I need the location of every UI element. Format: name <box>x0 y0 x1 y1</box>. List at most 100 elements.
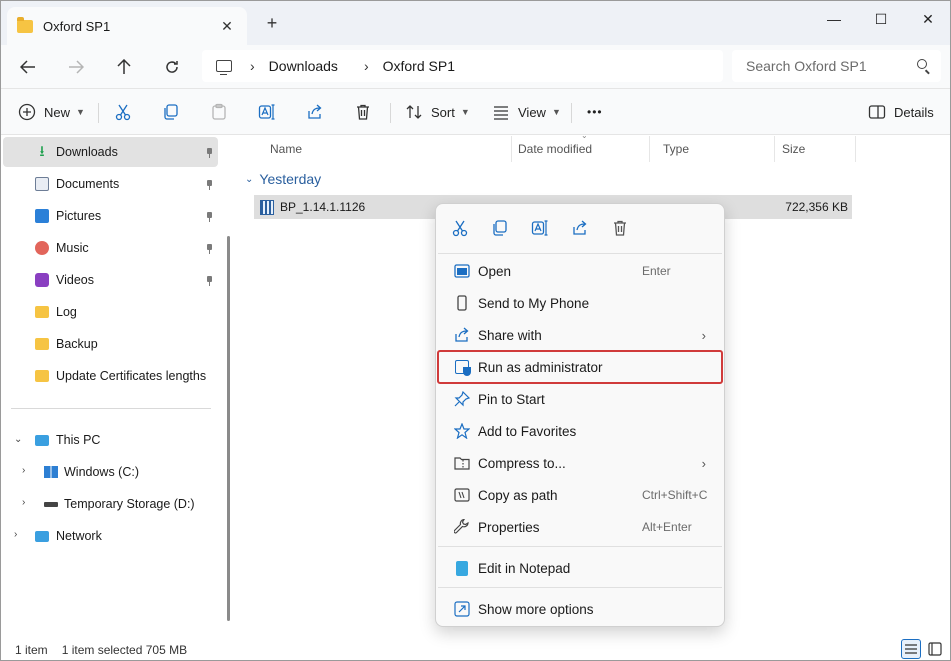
copy-icon <box>164 104 178 120</box>
breadcrumb-oxford-sp1[interactable]: Oxford SP1 <box>383 58 455 74</box>
breadcrumb-downloads[interactable]: Downloads <box>269 58 338 74</box>
documents-icon <box>35 177 49 191</box>
forward-button[interactable] <box>62 54 90 80</box>
tiles-view-button[interactable] <box>925 639 945 659</box>
menu-item-run-as-administrator[interactable]: Run as administrator <box>437 350 723 384</box>
sidebar-item-network[interactable]: Network <box>3 521 218 551</box>
column-header-size[interactable]: Size <box>774 136 856 162</box>
folder-icon <box>35 370 49 382</box>
sidebar-item-label: This PC <box>56 433 101 447</box>
menu-item-compress-to[interactable]: Compress to... › <box>438 447 722 479</box>
menu-item-label: Edit in Notepad <box>478 560 571 576</box>
sidebar-item-label: Update Certificates lengths <box>56 369 207 383</box>
menu-item-label: Copy as path <box>478 487 558 503</box>
sidebar-item-windows-c[interactable]: Windows (C:) <box>3 457 218 487</box>
rename-button[interactable] <box>258 97 276 127</box>
sidebar-scrollbar[interactable] <box>227 236 230 621</box>
menu-item-show-more-options[interactable]: Show more options <box>438 593 722 625</box>
chevron-right-icon: › <box>701 455 706 471</box>
delete-button[interactable] <box>354 97 372 127</box>
more-options-icon <box>453 600 471 618</box>
menu-item-send-to-my-phone[interactable]: Send to My Phone <box>438 287 722 319</box>
sidebar-item-videos[interactable]: Videos <box>3 265 218 295</box>
cut-icon[interactable] <box>450 218 470 238</box>
cut-button[interactable] <box>114 97 132 127</box>
pin-icon <box>205 179 214 190</box>
details-pane-button[interactable]: Details <box>868 97 934 127</box>
chevron-right-icon: › <box>701 327 706 343</box>
view-button[interactable]: View ▼ <box>492 97 561 127</box>
search-box[interactable]: Search Oxford SP1 <box>732 50 941 82</box>
rename-icon[interactable] <box>530 218 550 238</box>
refresh-button[interactable] <box>158 54 186 80</box>
menu-item-shortcut: Alt+Enter <box>642 520 692 534</box>
command-bar: New ▼ Sort ▼ View ▼ ••• Details <box>1 89 950 135</box>
paste-icon <box>212 103 226 120</box>
close-tab-icon[interactable]: ✕ <box>217 18 237 35</box>
tab-oxford-sp1[interactable]: Oxford SP1 ✕ <box>7 7 247 45</box>
back-button[interactable] <box>14 54 42 80</box>
sidebar-item-temporary-storage-d[interactable]: Temporary Storage (D:) <box>3 489 218 519</box>
notepad-icon <box>453 559 471 577</box>
menu-item-shortcut: Enter <box>642 264 671 278</box>
maximize-button[interactable]: ☐ <box>858 5 904 33</box>
share-icon[interactable] <box>570 218 590 238</box>
menu-item-label: Properties <box>478 519 540 535</box>
folder-icon <box>17 16 33 33</box>
menu-item-pin-to-start[interactable]: Pin to Start <box>438 383 722 415</box>
close-window-button[interactable]: ✕ <box>905 5 950 33</box>
minimize-button[interactable]: — <box>811 5 857 33</box>
share-button[interactable] <box>306 97 324 127</box>
plus-circle-icon <box>18 103 36 121</box>
breadcrumb-separator: › <box>250 58 255 74</box>
share-icon <box>308 104 322 119</box>
sidebar-item-update-certificates-lengths[interactable]: Update Certificates lengths <box>3 361 218 391</box>
menu-item-edit-in-notepad[interactable]: Edit in Notepad <box>438 552 722 584</box>
arrow-left-icon <box>20 60 35 74</box>
menu-item-share-with[interactable]: Share with › <box>438 319 722 351</box>
download-icon: ⭳ <box>39 143 45 160</box>
sidebar-item-label: Downloads <box>56 145 118 159</box>
menu-divider <box>438 546 722 547</box>
details-view-button[interactable] <box>901 639 921 659</box>
star-icon <box>453 422 471 440</box>
up-button[interactable] <box>110 54 138 80</box>
new-label: New <box>44 104 71 120</box>
view-label: View <box>518 104 546 120</box>
title-bar: Oxford SP1 ✕ + — ☐ ✕ <box>1 1 950 45</box>
search-icon <box>917 59 927 69</box>
sidebar-item-log[interactable]: Log <box>3 297 218 327</box>
sidebar-item-music[interactable]: Music <box>3 233 218 263</box>
copy-icon[interactable] <box>490 218 510 238</box>
chevron-down-icon: ▼ <box>76 107 85 117</box>
trash-icon <box>357 104 369 120</box>
column-header-date-modified[interactable]: Date modified <box>510 136 650 162</box>
column-header-name[interactable]: Name <box>262 136 512 162</box>
delete-icon[interactable] <box>610 218 630 238</box>
cut-icon <box>115 104 131 121</box>
menu-item-properties[interactable]: Properties Alt+Enter <box>438 511 722 543</box>
sidebar-item-label: Videos <box>56 273 94 287</box>
copy-button[interactable] <box>162 97 180 127</box>
drive-icon <box>44 501 58 507</box>
rename-icon <box>258 104 275 120</box>
wrench-icon <box>453 518 471 536</box>
sidebar-item-pictures[interactable]: Pictures <box>3 201 218 231</box>
see-more-button[interactable]: ••• <box>587 97 603 127</box>
new-tab-button[interactable]: + <box>262 13 282 34</box>
sidebar-item-documents[interactable]: Documents <box>3 169 218 199</box>
menu-item-copy-as-path[interactable]: Copy as path Ctrl+Shift+C <box>438 479 722 511</box>
menu-item-add-to-favorites[interactable]: Add to Favorites <box>438 415 722 447</box>
navigation-pane: ⭳ Downloads Documents Pictures Music Vid… <box>1 136 230 636</box>
sort-button[interactable]: Sort ▼ <box>405 97 470 127</box>
sidebar-item-this-pc[interactable]: This PC <box>3 425 218 455</box>
column-header-type[interactable]: Type <box>655 136 775 162</box>
sidebar-item-downloads[interactable]: ⭳ Downloads <box>3 137 218 167</box>
address-bar[interactable]: › Downloads › Oxford SP1 <box>202 50 723 82</box>
open-icon <box>453 262 471 280</box>
menu-item-open[interactable]: Open Enter <box>438 255 722 287</box>
paste-button[interactable] <box>210 97 228 127</box>
group-header-yesterday[interactable]: ⌄ Yesterday <box>245 171 321 187</box>
new-button[interactable]: New ▼ <box>18 97 85 127</box>
sidebar-item-backup[interactable]: Backup <box>3 329 218 359</box>
